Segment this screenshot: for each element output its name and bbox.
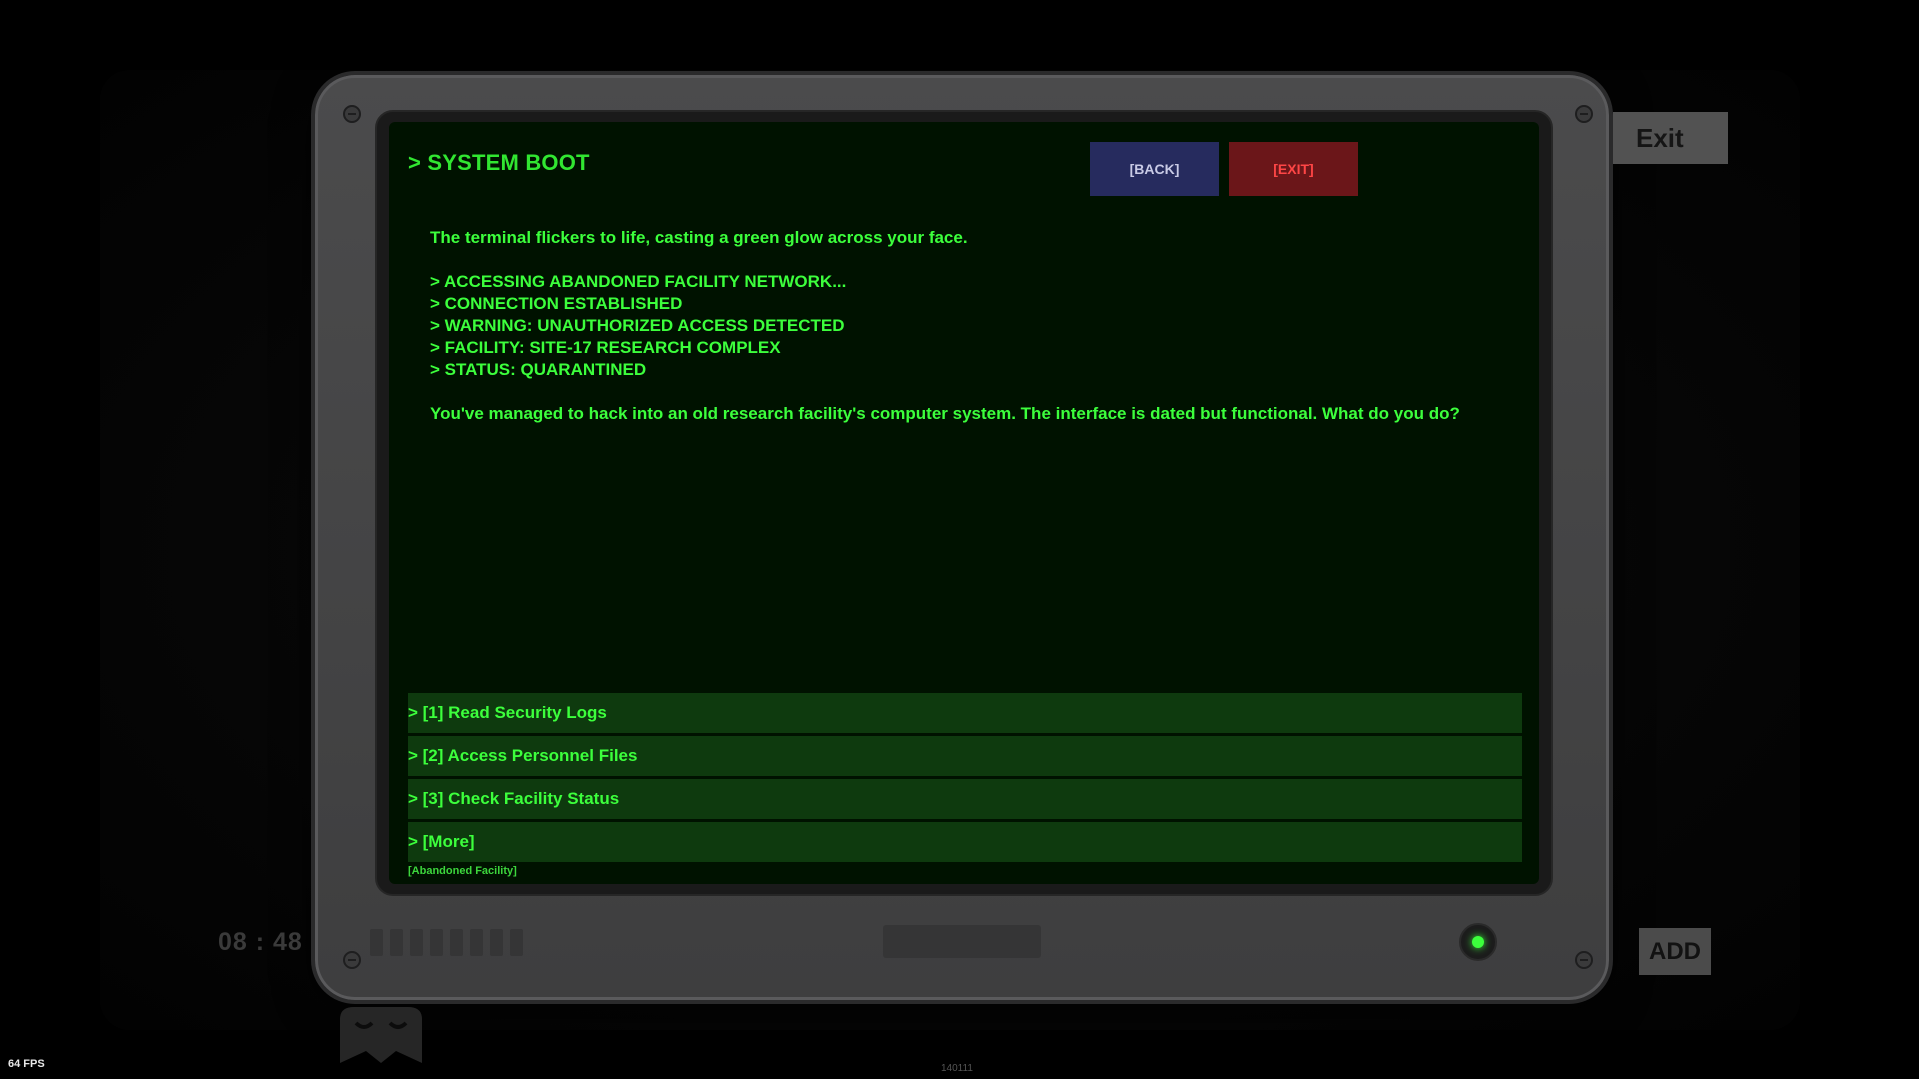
hooded-figure-icon — [340, 1007, 422, 1063]
add-button[interactable]: ADD — [1639, 928, 1711, 975]
choice-list: > [1] Read Security Logs > [2] Access Pe… — [408, 693, 1522, 865]
prompt-text: You've managed to hack into an old resea… — [430, 404, 1460, 423]
log-line: > WARNING: UNAUTHORIZED ACCESS DETECTED — [430, 316, 845, 335]
terminal-title: > SYSTEM BOOT — [408, 150, 590, 175]
choice-read-security-logs[interactable]: > [1] Read Security Logs — [408, 693, 1522, 733]
story-text: The terminal flickers to life, casting a… — [430, 227, 1510, 425]
log-line: > CONNECTION ESTABLISHED — [430, 294, 683, 313]
log-line: > FACILITY: SITE-17 RESEARCH COMPLEX — [430, 338, 781, 357]
screw-icon — [343, 105, 361, 123]
log-line: > STATUS: QUARANTINED — [430, 360, 647, 379]
vent-slot — [450, 929, 463, 956]
disk-slot — [883, 925, 1041, 958]
terminal-screen: > SYSTEM BOOT [BACK] [EXIT] The terminal… — [389, 122, 1539, 884]
build-number: 140111 — [941, 1063, 973, 1074]
screw-icon — [1575, 951, 1593, 969]
back-button[interactable]: [BACK] — [1090, 142, 1219, 196]
choice-access-personnel-files[interactable]: > [2] Access Personnel Files — [408, 736, 1522, 776]
vent-slot — [410, 929, 423, 956]
intro-text: The terminal flickers to life, casting a… — [430, 228, 968, 247]
log-line: > ACCESSING ABANDONED FACILITY NETWORK..… — [430, 272, 847, 291]
vent-slot — [430, 929, 443, 956]
screen-bezel: > SYSTEM BOOT [BACK] [EXIT] The terminal… — [375, 110, 1553, 896]
vent-grille — [370, 929, 523, 956]
exit-button[interactable]: [EXIT] — [1229, 142, 1358, 196]
crt-monitor: > SYSTEM BOOT [BACK] [EXIT] The terminal… — [315, 75, 1609, 1000]
choice-check-facility-status[interactable]: > [3] Check Facility Status — [408, 779, 1522, 819]
vent-slot — [490, 929, 503, 956]
choice-more[interactable]: > [More] — [408, 822, 1522, 862]
screw-icon — [343, 951, 361, 969]
power-led-icon[interactable] — [1459, 923, 1497, 961]
location-label: [Abandoned Facility] — [408, 865, 517, 877]
fps-counter: 64 FPS — [8, 1058, 45, 1070]
side-exit-button[interactable]: Exit — [1613, 112, 1728, 164]
vent-slot — [510, 929, 523, 956]
clock-display: 08 : 48 — [218, 928, 303, 956]
vent-slot — [370, 929, 383, 956]
vent-slot — [390, 929, 403, 956]
game-stage: > SYSTEM BOOT [BACK] [EXIT] The terminal… — [0, 0, 1919, 1079]
vent-slot — [470, 929, 483, 956]
screw-icon — [1575, 105, 1593, 123]
